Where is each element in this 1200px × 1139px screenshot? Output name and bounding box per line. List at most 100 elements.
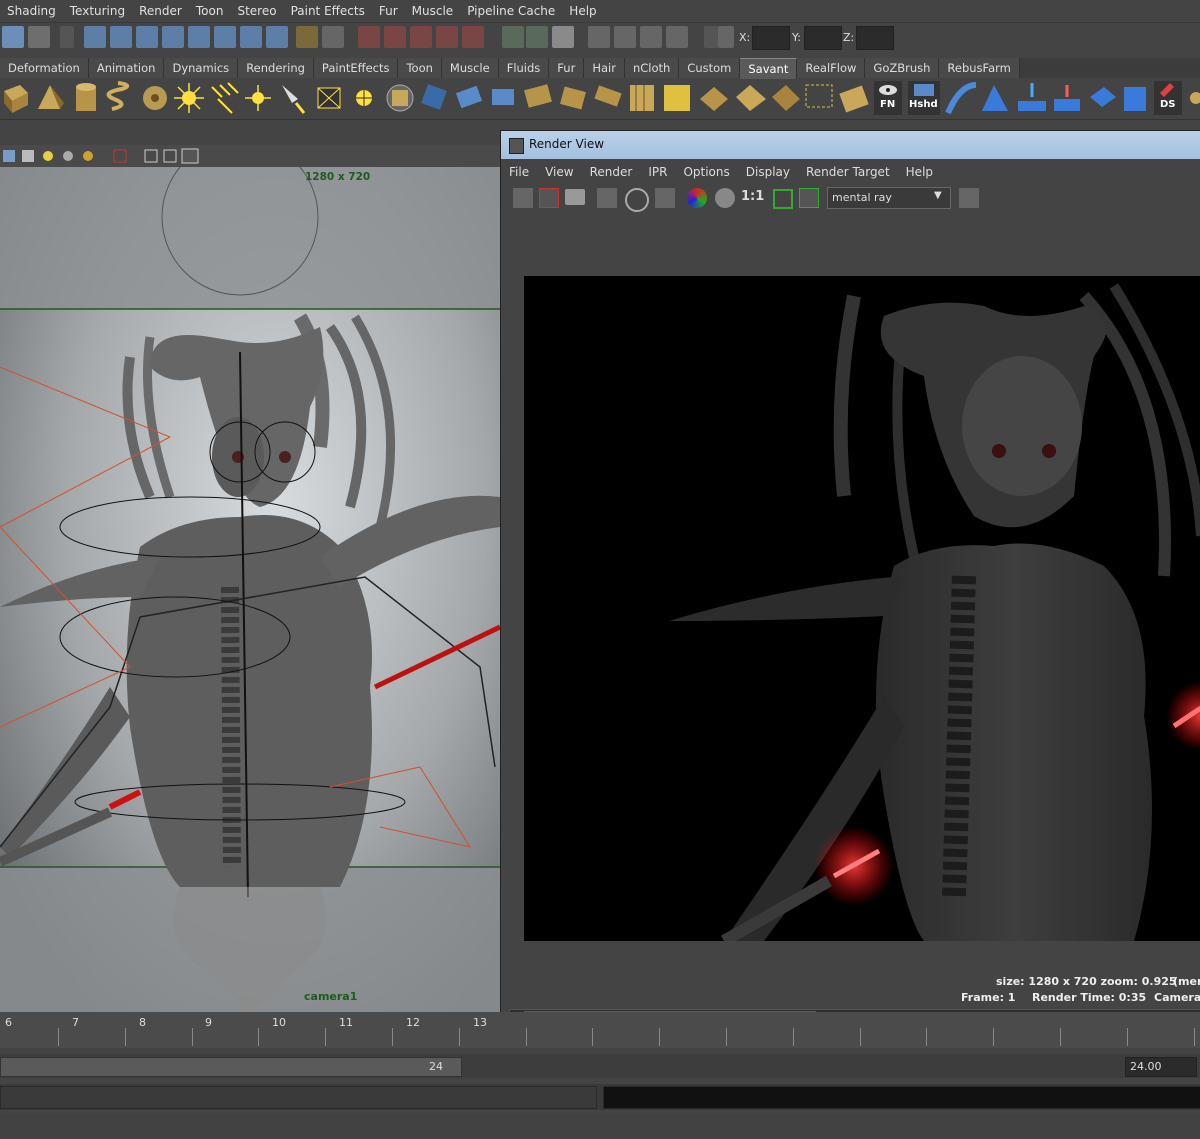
keep-image-icon[interactable]	[773, 189, 793, 209]
y-field[interactable]	[804, 26, 842, 50]
absolute-transform-icon[interactable]	[718, 26, 734, 48]
ratio-button[interactable]: 1:1	[741, 189, 764, 204]
alpha-channel-icon[interactable]	[715, 188, 735, 208]
z-field[interactable]	[856, 26, 894, 50]
ds-label: DS	[1160, 99, 1176, 110]
shelf-tab-hair[interactable]: Hair	[584, 58, 625, 78]
time-slider[interactable]: 6 7 8 9 10 11 12 13	[0, 1012, 1200, 1048]
remove-image-icon[interactable]	[799, 188, 819, 208]
render-menu-ipr[interactable]: IPR	[640, 165, 675, 179]
shelf-tab-rebusfarm[interactable]: RebusFarm	[939, 58, 1020, 78]
shelf-tab-fur[interactable]: Fur	[549, 58, 585, 78]
snap-curve-icon[interactable]	[110, 26, 132, 48]
snap-grid-icon[interactable]	[84, 26, 106, 48]
ipr-render-icon[interactable]	[597, 188, 617, 208]
mesh-tool-1-icon	[421, 84, 447, 110]
render-sequence-icon[interactable]	[614, 26, 636, 48]
render-view-menubar: File View Render IPR Options Display Render Ta…	[501, 160, 1200, 184]
timeline-tick	[459, 1028, 460, 1046]
render-menu-view[interactable]: View	[537, 165, 581, 179]
shelf-tab-rendering[interactable]: Rendering	[238, 58, 314, 78]
shelf-tab-painteffects[interactable]: PaintEffects	[313, 58, 399, 78]
menu-paint-effects[interactable]: Paint Effects	[284, 0, 372, 22]
render-menu-help[interactable]: Help	[898, 165, 941, 179]
shelf-tab-muscle[interactable]: Muscle	[441, 58, 499, 78]
volume-light-icon	[356, 90, 372, 106]
shelf-tab-savant[interactable]: Savant	[740, 58, 798, 79]
select-hierarchy-icon[interactable]	[28, 26, 50, 48]
hypershade-icon[interactable]	[666, 26, 688, 48]
chevron-down-icon[interactable]	[60, 26, 74, 48]
render-region-icon[interactable]	[502, 26, 524, 48]
range-end-field[interactable]: 24.00	[1125, 1057, 1197, 1077]
mesh-tool-7-icon	[630, 85, 654, 111]
menu-fur[interactable]: Fur	[372, 0, 405, 22]
magnet-eraser-icon[interactable]	[436, 26, 458, 48]
rgb-channel-icon[interactable]	[687, 188, 707, 208]
magnet-output-icon[interactable]	[384, 26, 406, 48]
render-menu-file[interactable]: File	[501, 165, 537, 179]
snap-plane-icon[interactable]	[162, 26, 184, 48]
render-menu-display[interactable]: Display	[738, 165, 798, 179]
timeline-tick	[860, 1028, 861, 1046]
shelf-tab-dynamics[interactable]: Dynamics	[164, 58, 239, 78]
render-menu-render[interactable]: Render	[582, 165, 641, 179]
magnet-input-icon[interactable]	[358, 26, 380, 48]
magnet-icon[interactable]	[410, 26, 432, 48]
shelf-tab-animation[interactable]: Animation	[88, 58, 165, 78]
render-menu-options[interactable]: Options	[675, 165, 737, 179]
render-region-icon[interactable]	[539, 188, 559, 208]
timeline-label: 9	[205, 1016, 212, 1029]
ipr-icon[interactable]	[588, 26, 610, 48]
shelf-tab-deformation[interactable]: Deformation	[0, 58, 89, 78]
help-icon[interactable]	[266, 26, 288, 48]
menu-toon[interactable]: Toon	[189, 0, 231, 22]
command-input[interactable]	[0, 1086, 597, 1109]
range-bar[interactable]: 24	[0, 1057, 462, 1077]
shelf-tab-fluids[interactable]: Fluids	[498, 58, 550, 78]
menu-texturing[interactable]: Texturing	[63, 0, 132, 22]
mesh-tool-9-icon	[700, 87, 728, 111]
viewport-panel[interactable]: 1280 x 720 camera1	[0, 167, 500, 1012]
snapshot-camera-icon[interactable]	[565, 189, 585, 205]
timeline-label: 12	[406, 1016, 420, 1029]
move-up-icon	[1054, 85, 1080, 111]
shelf-tab-gozbrush[interactable]: GoZBrush	[865, 58, 940, 78]
lock-icon[interactable]	[296, 26, 318, 48]
render-sequence-icon[interactable]	[959, 188, 979, 208]
timeline-tick	[659, 1028, 660, 1046]
menu-stereo[interactable]: Stereo	[230, 0, 283, 22]
shelf-tab-realflow[interactable]: RealFlow	[797, 58, 866, 78]
shelf-tab-custom[interactable]: Custom	[679, 58, 741, 78]
render-settings-icon[interactable]	[552, 26, 574, 48]
render-view-titlebar[interactable]: Render View	[501, 131, 1200, 159]
render-current-icon[interactable]	[526, 26, 548, 48]
redo-render-icon[interactable]	[513, 188, 533, 208]
resolution-gate-label: 1280 x 720	[305, 171, 371, 183]
renderer-select[interactable]: mental ray ▼	[827, 187, 951, 209]
ambient-light-icon	[245, 85, 271, 111]
history-icon[interactable]	[240, 26, 262, 48]
magnet-curve-icon[interactable]	[462, 26, 484, 48]
menu-pipeline-cache[interactable]: Pipeline Cache	[460, 0, 562, 22]
menu-shading[interactable]: Shading	[0, 0, 63, 22]
render-menu-render-target[interactable]: Render Target	[798, 165, 898, 179]
menu-render[interactable]: Render	[132, 0, 189, 22]
menu-muscle[interactable]: Muscle	[405, 0, 461, 22]
select-highlight-icon[interactable]	[322, 26, 344, 48]
refresh-icon[interactable]	[625, 188, 649, 212]
shelf-tab-ncloth[interactable]: nCloth	[624, 58, 680, 78]
menu-help[interactable]: Help	[562, 0, 603, 22]
x-field[interactable]	[752, 26, 790, 50]
timeline-tick	[1060, 1028, 1061, 1046]
rendered-image[interactable]	[524, 276, 1200, 941]
box-blue-icon	[1124, 87, 1146, 111]
select-tool-icon[interactable]	[2, 26, 24, 48]
render-globals-icon[interactable]	[640, 26, 662, 48]
snap-live-icon[interactable]	[214, 26, 236, 48]
transform-dropdown-icon[interactable]	[704, 26, 718, 48]
snap-point-icon[interactable]	[136, 26, 158, 48]
render-settings-icon[interactable]	[655, 188, 675, 208]
snap-surface-icon[interactable]	[188, 26, 210, 48]
shelf-tab-toon[interactable]: Toon	[398, 58, 442, 78]
